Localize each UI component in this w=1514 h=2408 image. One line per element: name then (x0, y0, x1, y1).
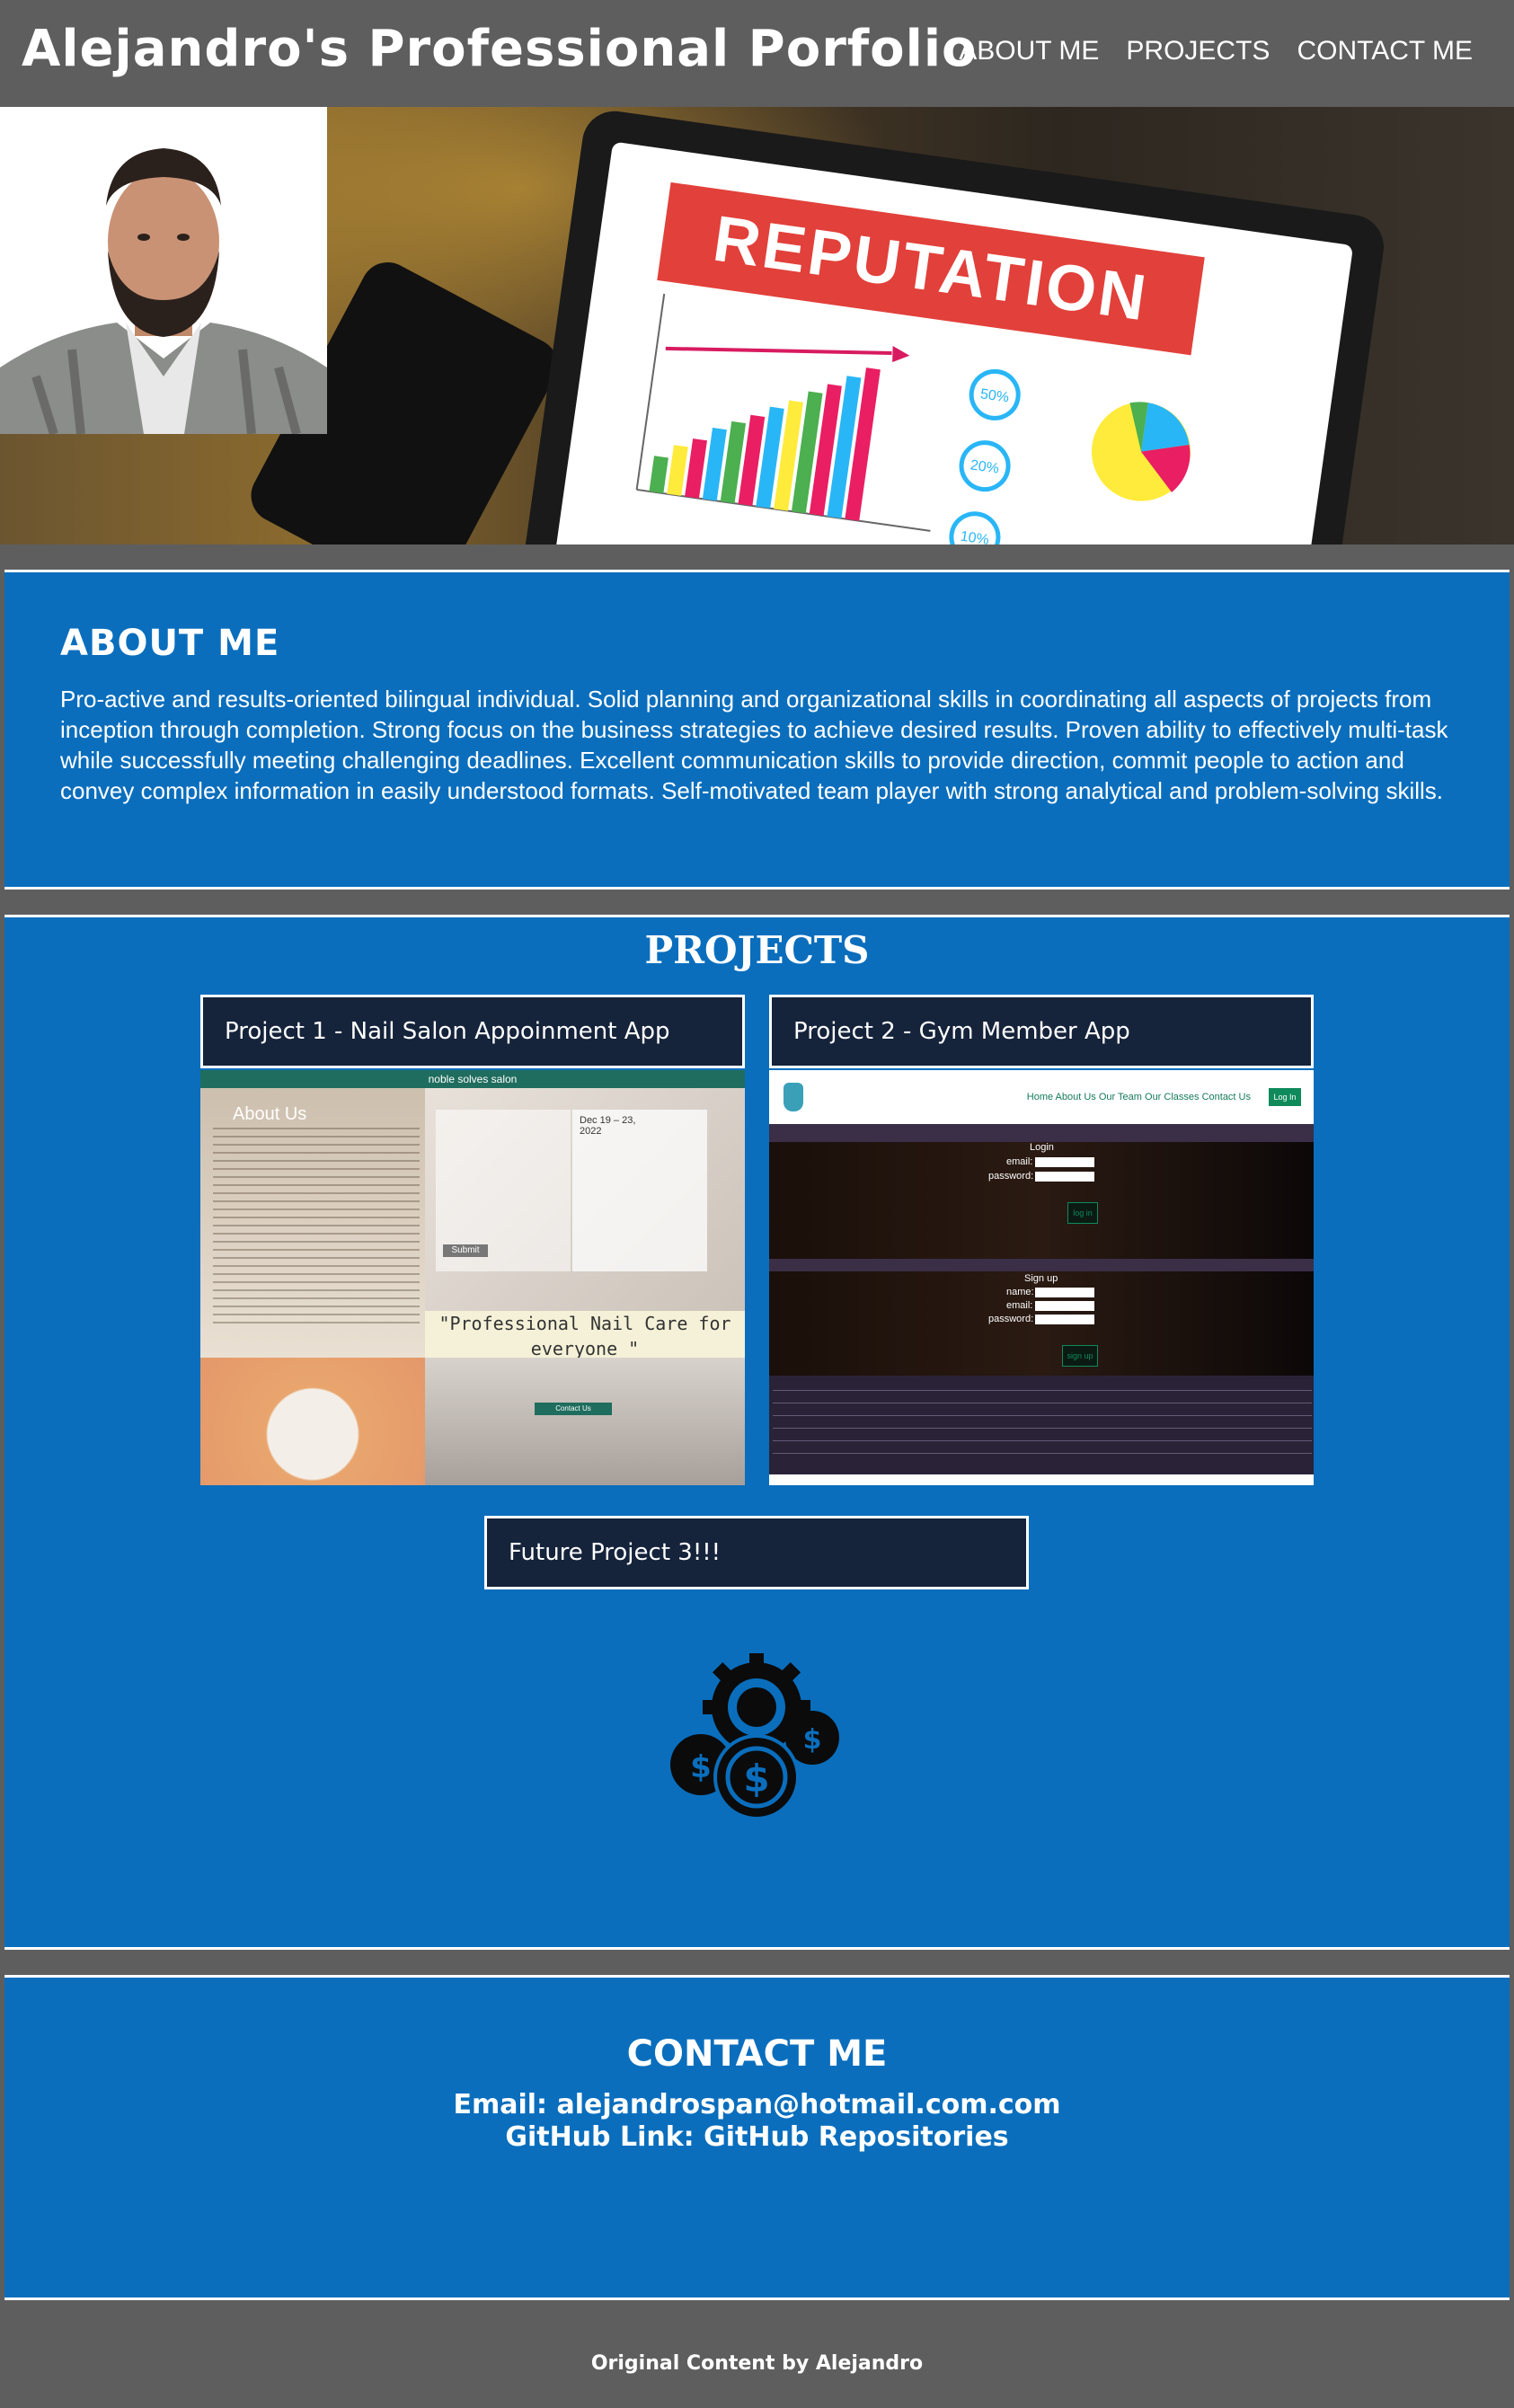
projects-heading: PROJECTS (644, 928, 870, 972)
nail-plate-image (200, 1358, 425, 1485)
footer-text: Original Content by Alejandro (590, 2352, 924, 2375)
project-2-card[interactable]: Project 2 - Gym Member App (769, 995, 1314, 1068)
gym-band (769, 1124, 1314, 1142)
nail-topbar: noble solves salon (200, 1070, 745, 1088)
nail-quote: "Professional Nail Care for everyone " (425, 1311, 745, 1361)
badge-20: 20% (969, 457, 1000, 476)
tablet-screen: REPUTATION 50% 20% 10% (551, 141, 1354, 544)
hero-banner: REPUTATION 50% 20% 10% (0, 107, 1514, 544)
gym-signup-title: Sign up (1024, 1273, 1058, 1284)
bar-group (649, 367, 881, 521)
nail-calendar: Dec 19 – 23, 2022 (572, 1110, 707, 1271)
gym-signup-email-label: email: (1006, 1300, 1033, 1311)
project-1-screenshot[interactable]: noble solves salon About Us Submit Dec 1… (200, 1070, 745, 1485)
site-header: Alejandro's Professional Porfolio ABOUT … (0, 0, 1514, 107)
nail-lamp-image (425, 1358, 745, 1485)
about-text: Pro-active and results-oriented bilingua… (60, 686, 1448, 804)
badge-50: 50% (979, 386, 1010, 405)
percent-badges: 50% 20% 10% (949, 368, 1021, 544)
contact-github[interactable]: GitHub Link: GitHub Repositories (4, 2121, 1510, 2153)
gym-login-password-label: password: (988, 1171, 1034, 1182)
gym-login-submit: log in (1067, 1202, 1098, 1224)
svg-text:$: $ (690, 1749, 712, 1785)
contact-heading: CONTACT ME (626, 2033, 888, 2075)
project-1-card[interactable]: Project 1 - Nail Salon Appoinment App (200, 995, 745, 1068)
site-footer: Original Content by Alejandro (0, 2300, 1514, 2408)
gym-login-email-input (1035, 1157, 1094, 1167)
svg-text:$: $ (803, 1724, 822, 1756)
project-2-screenshot[interactable]: Home About Us Our Team Our Classes Conta… (769, 1070, 1314, 1485)
nail-contact-button: Contact Us (535, 1403, 612, 1415)
gym-nav-links: Home About Us Our Team Our Classes Conta… (1026, 1092, 1251, 1102)
tablet-image: REPUTATION 50% 20% 10% (517, 107, 1388, 544)
about-heading: ABOUT ME (60, 623, 280, 664)
main-nav: ABOUT ME PROJECTS CONTACT ME (959, 36, 1473, 66)
profile-photo (0, 107, 327, 434)
gym-band-2 (769, 1259, 1314, 1271)
gym-signup-email-input (1035, 1301, 1094, 1311)
nav-contact-me[interactable]: CONTACT ME (1297, 36, 1473, 66)
site-title: Alejandro's Professional Porfolio (22, 20, 978, 78)
gym-signup-submit: sign up (1062, 1345, 1098, 1367)
project-3-card[interactable]: Future Project 3!!! (484, 1516, 1029, 1589)
contact-section: CONTACT ME Email: alejandrospan@hotmail.… (4, 1975, 1510, 2300)
gear-dollar-icon: $ $ $ (670, 1653, 839, 1820)
profile-photo-art (0, 107, 327, 434)
pie-chart (1091, 402, 1191, 501)
about-section: ABOUT ME Pro-active and results-oriented… (4, 570, 1510, 890)
gym-login-password-input (1035, 1172, 1094, 1182)
gym-signup-password-label: password: (988, 1314, 1034, 1324)
nav-projects[interactable]: PROJECTS (1126, 36, 1270, 66)
badge-10: 10% (960, 529, 990, 544)
nail-about-text (213, 1128, 420, 1325)
svg-text:$: $ (743, 1757, 769, 1801)
nav-about-me[interactable]: ABOUT ME (959, 36, 1099, 66)
nail-submit-button: Submit (443, 1244, 488, 1257)
gym-logo-icon (784, 1083, 803, 1111)
gym-signup-name-input (1035, 1288, 1094, 1297)
gym-login-title: Login (1030, 1142, 1054, 1153)
gym-footer-text (773, 1390, 1312, 1462)
nail-appointment-form: Submit (436, 1110, 571, 1271)
gym-signup-password-input (1035, 1315, 1094, 1324)
contact-email[interactable]: Email: alejandrospan@hotmail.com.com (4, 2089, 1510, 2120)
nail-about-title: About Us (233, 1104, 307, 1124)
nail-date-range: Dec 19 – 23, 2022 (580, 1115, 636, 1137)
gym-login-button: Log In (1269, 1088, 1301, 1106)
gym-login-email-label: email: (1006, 1156, 1033, 1167)
gym-signup-name-label: name: (1006, 1287, 1034, 1297)
